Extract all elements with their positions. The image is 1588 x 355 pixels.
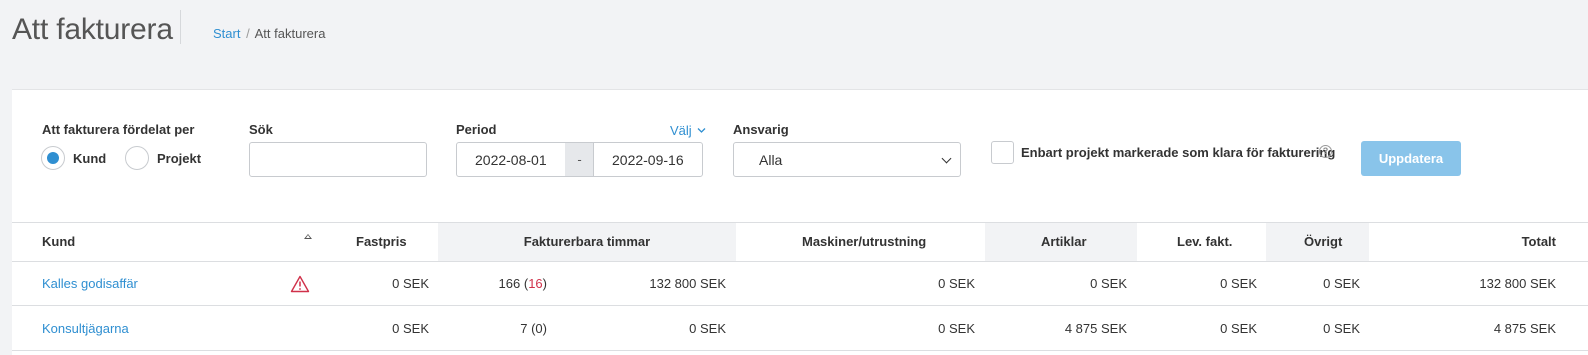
cell-lev-fakt: 0 SEK [1220,276,1257,291]
table-row: Kalles godisaffär 0 SEK 166 (16) 132 800… [12,262,1588,306]
header-totalt[interactable]: Totalt [1488,223,1556,261]
header-maskiner[interactable]: Maskiner/utrustning [802,223,926,261]
header-lev-fakt[interactable]: Lev. fakt. [1177,223,1232,261]
filter-and-table-card: Att fakturera fördelat per Kund Projekt … [12,89,1588,355]
customer-link[interactable]: Kalles godisaffär [42,262,138,306]
hours-extra: 0 [535,321,543,336]
radio-kund-label: Kund [73,150,107,166]
hours-close-paren: ) [542,276,547,291]
cell-totalt: 4 875 SEK [1493,321,1556,336]
cell-ovrigt: 0 SEK [1323,321,1360,336]
cell-artiklar: 4 875 SEK [1064,321,1127,336]
breadcrumb-separator: / [246,26,250,41]
date-from-input[interactable]: 2022-08-01 [456,142,566,177]
update-button[interactable]: Uppdatera [1361,141,1461,176]
table-row: Konsultjägarna 0 SEK 7 (0) 0 SEK 0 SEK 4… [12,307,1588,351]
page-header: Att fakturera [12,0,193,60]
cell-hours-amount: 0 SEK [689,321,726,336]
cell-hours: 166 (16) [452,262,547,306]
chevron-down-icon [941,153,952,164]
cell-ovrigt: 0 SEK [1323,276,1360,291]
header-kund[interactable]: Kund [42,223,75,261]
distribution-label: Att fakturera fördelat per [42,122,195,137]
cell-lev-fakt: 0 SEK [1220,321,1257,336]
radio-projekt[interactable]: Projekt [125,146,201,170]
cell-hours-amount: 132 800 SEK [649,276,726,291]
hours-value: 7 [520,321,528,336]
header-fakturerbara-timmar[interactable]: Fakturerbara timmar [438,223,736,261]
search-input[interactable] [249,142,427,177]
hours-value: 166 [498,276,521,291]
date-range-separator: - [565,142,594,177]
ansvarig-label: Ansvarig [733,122,789,137]
ansvarig-value: Alla [759,151,783,168]
header-artiklar[interactable]: Artiklar [1041,223,1087,261]
cell-maskiner: 0 SEK [938,276,975,291]
table-header: Kund Fastpris Fakturerbara timmar Maskin… [12,222,1588,262]
ansvarig-select[interactable]: Alla [733,142,961,177]
breadcrumb-current: Att fakturera [254,26,326,41]
cell-totalt: 132 800 SEK [1479,276,1556,291]
help-icon[interactable]: ? [1319,145,1332,158]
customer-link[interactable]: Konsultjägarna [42,307,129,351]
hours-close-paren: ) [542,321,547,336]
date-to-input[interactable]: 2022-09-16 [593,142,703,177]
radio-projekt-indicator[interactable] [125,146,149,170]
cell-artiklar: 0 SEK [1090,276,1127,291]
valj-dropdown[interactable]: Välj [670,123,706,138]
cell-fastpris: 0 SEK [392,276,429,291]
cell-maskiner: 0 SEK [938,321,975,336]
header-fastpris[interactable]: Fastpris [356,223,407,261]
chevron-down-icon [697,128,706,133]
warning-icon [290,275,310,293]
hours-extra: 16 [528,276,543,291]
radio-kund-indicator[interactable] [41,146,65,170]
ready-for-invoicing-checkbox[interactable] [991,141,1014,164]
cell-hours: 7 (0) [452,307,547,351]
period-label: Period [456,122,497,137]
header-ovrigt[interactable]: Övrigt [1304,223,1342,261]
cell-fastpris: 0 SEK [392,321,429,336]
breadcrumb: Start / Att fakturera [213,26,325,41]
search-label: Sök [249,122,273,137]
breadcrumb-start-link[interactable]: Start [213,26,240,41]
radio-kund[interactable]: Kund [41,146,106,170]
ready-for-invoicing-label: Enbart projekt markerade som klara för f… [1021,145,1336,160]
radio-projekt-label: Projekt [157,150,202,166]
header-divider [180,10,181,44]
valj-label: Välj [670,123,692,138]
sort-asc-icon[interactable] [304,234,312,239]
page-title: Att fakturera [12,13,173,46]
